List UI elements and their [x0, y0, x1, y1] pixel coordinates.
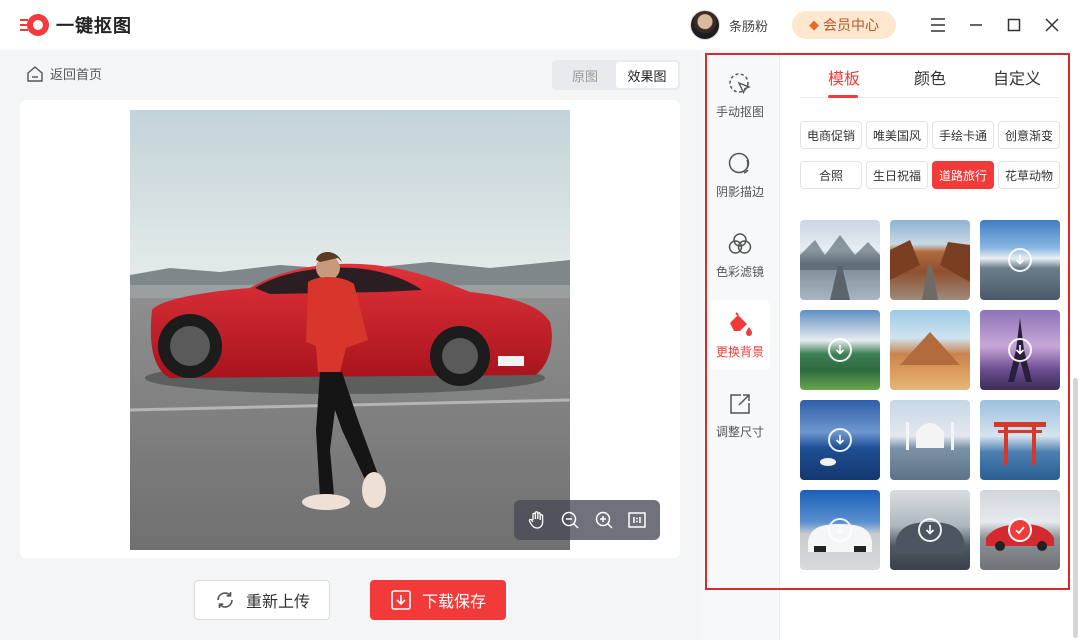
shadow-outline-icon: [728, 152, 750, 174]
category-chip-selected[interactable]: 道路旅行: [932, 161, 994, 189]
download-icon: [828, 428, 852, 452]
avatar[interactable]: [690, 10, 720, 40]
zoom-out-icon[interactable]: [557, 507, 583, 533]
reupload-label: 重新上传: [245, 594, 310, 611]
category-chip[interactable]: 唯美国风: [866, 121, 928, 149]
zoom-in-icon[interactable]: [591, 507, 617, 533]
username: 条肠粉: [729, 18, 769, 34]
tab-underline: [828, 95, 858, 98]
background-tabs: 模板 颜色 自定义: [800, 52, 1060, 98]
menu-icon[interactable]: [926, 13, 950, 37]
tab-custom[interactable]: 自定义: [993, 65, 1041, 89]
tab-template[interactable]: 模板: [828, 65, 860, 89]
category-chip[interactable]: 合照: [800, 161, 862, 189]
tool-sidebar: 手动抠图 阴影描边 色彩滤镜 更换背景 调整尺寸: [700, 50, 780, 640]
app-title: 一键抠图: [56, 16, 132, 36]
tool-resize[interactable]: 调整尺寸: [710, 380, 770, 450]
change-background-icon: [730, 311, 752, 336]
category-chip[interactable]: 花草动物: [998, 161, 1060, 189]
result-photo: [130, 110, 570, 550]
vip-gem-icon: ◆: [809, 17, 819, 32]
download-icon: [918, 518, 942, 542]
template-thumb-red-sports-car[interactable]: [980, 490, 1060, 570]
category-chip[interactable]: 生日祝福: [866, 161, 928, 189]
template-thumb-snowy-forest-road[interactable]: [800, 220, 880, 300]
tool-label: 手动抠图: [715, 104, 764, 119]
tool-label: 调整尺寸: [715, 424, 764, 439]
template-thumb-green-valley-lake[interactable]: [800, 310, 880, 390]
category-chip[interactable]: 手绘卡通: [932, 121, 994, 149]
logo-icon: [20, 14, 49, 36]
template-thumb-swan-lake[interactable]: [800, 400, 880, 480]
color-filter-icon: [728, 232, 752, 254]
title-bar: 一键抠图 条肠粉 ◆ 会员中心: [0, 0, 1080, 50]
tool-color-filter[interactable]: 色彩滤镜: [710, 220, 770, 290]
actual-size-icon[interactable]: [624, 507, 650, 533]
template-thumb-desert-mountain[interactable]: [890, 310, 970, 390]
category-chip[interactable]: 电商促销: [800, 121, 862, 149]
selected-check-icon: [1008, 518, 1032, 542]
panel-scrollbar[interactable]: [1073, 378, 1078, 638]
zoom-toolbar: [514, 500, 660, 540]
download-icon: [828, 338, 852, 362]
download-icon: [1008, 248, 1032, 272]
back-home-link[interactable]: 返回首页: [26, 64, 102, 83]
vip-label: 会员中心: [823, 17, 879, 33]
hand-icon[interactable]: [524, 507, 550, 533]
manual-cutout-icon: [729, 72, 751, 94]
tool-label: 更换背景: [715, 344, 764, 359]
template-thumb-taj-mahal[interactable]: [890, 400, 970, 480]
view-toggle: 原图 效果图: [552, 60, 680, 90]
download-save-label: 下载保存: [421, 594, 486, 611]
close-icon[interactable]: [1040, 13, 1064, 37]
refresh-icon: [217, 592, 233, 608]
back-home-label: 返回首页: [50, 67, 103, 82]
user-profile[interactable]: 条肠粉: [690, 10, 768, 40]
download-icon: [391, 590, 411, 610]
tool-change-background[interactable]: 更换背景: [710, 300, 770, 370]
category-chip[interactable]: 创意渐变: [998, 121, 1060, 149]
tool-shadow-outline[interactable]: 阴影描边: [710, 140, 770, 210]
canvas-card: [20, 100, 680, 558]
home-icon: [27, 65, 43, 82]
template-thumb-eiffel-tower[interactable]: [980, 310, 1060, 390]
tab-color[interactable]: 颜色: [914, 65, 946, 89]
tool-label: 阴影描边: [715, 184, 764, 199]
template-thumb-snow-mountain-road[interactable]: [980, 220, 1060, 300]
template-thumb-white-sports-car[interactable]: [800, 490, 880, 570]
tool-manual-cutout[interactable]: 手动抠图: [710, 60, 770, 130]
tool-label: 色彩滤镜: [715, 264, 764, 279]
app-logo: 一键抠图: [20, 11, 132, 39]
view-result-tab[interactable]: 效果图: [616, 62, 678, 88]
maximize-icon[interactable]: [1002, 13, 1026, 37]
view-original-tab[interactable]: 原图: [554, 62, 616, 88]
template-thumb-grey-muscle-car[interactable]: [890, 490, 970, 570]
template-thumb-torii-gate[interactable]: [980, 400, 1060, 480]
download-icon: [1008, 338, 1032, 362]
vip-center-button[interactable]: ◆ 会员中心: [792, 11, 896, 39]
reupload-button[interactable]: 重新上传: [194, 580, 330, 620]
template-thumb-canyon-road[interactable]: [890, 220, 970, 300]
download-icon: [828, 518, 852, 542]
minimize-icon[interactable]: [964, 13, 988, 37]
resize-icon: [730, 393, 750, 414]
download-save-button[interactable]: 下载保存: [370, 580, 506, 620]
